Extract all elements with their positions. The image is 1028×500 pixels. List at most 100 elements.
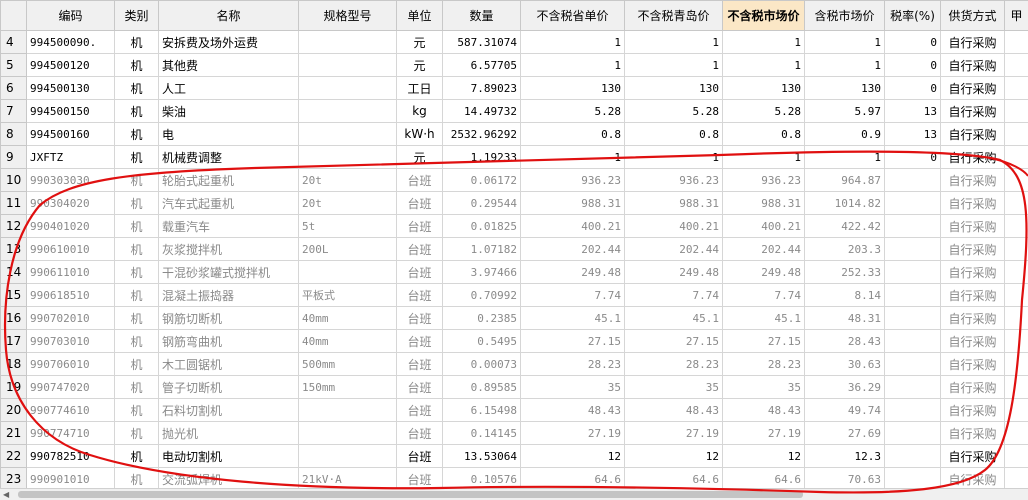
cell-market-price-taxed[interactable]: 5.97 (805, 100, 885, 123)
cell-name[interactable]: 电动切割机 (159, 445, 299, 468)
cell-category[interactable]: 机 (115, 100, 159, 123)
cell-name[interactable]: 混凝土振捣器 (159, 284, 299, 307)
cell-spec[interactable]: 20t (299, 192, 397, 215)
cell-supply-method[interactable]: 自行采购 (941, 353, 1005, 376)
cell-qingdao-price[interactable]: 45.1 (625, 307, 723, 330)
cell-market-price[interactable]: 988.31 (723, 192, 805, 215)
cell-qingdao-price[interactable]: 28.23 (625, 353, 723, 376)
cell-market-price[interactable]: 130 (723, 77, 805, 100)
cell-market-price[interactable]: 400.21 (723, 215, 805, 238)
cell-spec[interactable]: 平板式 (299, 284, 397, 307)
cell-tax-rate[interactable] (885, 468, 941, 489)
cell-supply-method[interactable]: 自行采购 (941, 307, 1005, 330)
cell-qingdao-price[interactable]: 988.31 (625, 192, 723, 215)
cell-unit[interactable]: 元 (397, 31, 443, 54)
cell-name[interactable]: 机械费调整 (159, 146, 299, 169)
table-row[interactable]: 21990774710机抛光机台班0.1414527.1927.1927.192… (1, 422, 1028, 445)
cell-qingdao-price[interactable]: 202.44 (625, 238, 723, 261)
header-provincial-price[interactable]: 不含税省单价 (521, 1, 625, 31)
cell-quantity[interactable]: 0.29544 (443, 192, 521, 215)
cell-code[interactable]: 990610010 (27, 238, 115, 261)
header-unit[interactable]: 单位 (397, 1, 443, 31)
cell-category[interactable]: 机 (115, 399, 159, 422)
cell-category[interactable]: 机 (115, 445, 159, 468)
cell-market-price[interactable]: 5.28 (723, 100, 805, 123)
cell-market-price[interactable]: 45.1 (723, 307, 805, 330)
cell-code[interactable]: 990401020 (27, 215, 115, 238)
cell-qingdao-price[interactable]: 1 (625, 54, 723, 77)
cell-market-price-taxed[interactable]: 70.63 (805, 468, 885, 489)
cell-provincial-price[interactable]: 988.31 (521, 192, 625, 215)
cell-code[interactable]: 990782510 (27, 445, 115, 468)
cell-code[interactable]: 994500090. (27, 31, 115, 54)
cell-category[interactable]: 机 (115, 330, 159, 353)
table-row[interactable]: 16990702010机钢筋切断机40mm台班0.238545.145.145.… (1, 307, 1028, 330)
row-number[interactable]: 21 (1, 422, 27, 445)
row-number[interactable]: 17 (1, 330, 27, 353)
cell-qingdao-price[interactable]: 7.74 (625, 284, 723, 307)
cell-market-price-taxed[interactable]: 36.29 (805, 376, 885, 399)
cell-code[interactable]: 990774610 (27, 399, 115, 422)
cell-market-price-taxed[interactable]: 130 (805, 77, 885, 100)
cell-quantity[interactable]: 13.53064 (443, 445, 521, 468)
cell-market-price-taxed[interactable]: 30.63 (805, 353, 885, 376)
cell-tax-rate[interactable]: 13 (885, 100, 941, 123)
cell-name[interactable]: 人工 (159, 77, 299, 100)
cell-tax-rate[interactable] (885, 261, 941, 284)
cell-tax-rate[interactable] (885, 399, 941, 422)
cell-code[interactable]: 990706010 (27, 353, 115, 376)
cell-market-price[interactable]: 0.8 (723, 123, 805, 146)
row-number[interactable]: 9 (1, 146, 27, 169)
cell-name[interactable]: 抛光机 (159, 422, 299, 445)
row-number[interactable]: 11 (1, 192, 27, 215)
cell-spec[interactable]: 200L (299, 238, 397, 261)
cell-tax-rate[interactable] (885, 307, 941, 330)
cell-provincial-price[interactable]: 12 (521, 445, 625, 468)
cell-quantity[interactable]: 0.5495 (443, 330, 521, 353)
cell-extra[interactable] (1005, 77, 1028, 100)
table-row[interactable]: 14990611010机干混砂浆罐式搅拌机台班3.97466249.48249.… (1, 261, 1028, 284)
cell-qingdao-price[interactable]: 1 (625, 31, 723, 54)
cell-market-price[interactable]: 27.19 (723, 422, 805, 445)
cell-supply-method[interactable]: 自行采购 (941, 238, 1005, 261)
table-row[interactable]: 23990901010机交流弧焊机21kV·A台班0.1057664.664.6… (1, 468, 1028, 489)
cell-qingdao-price[interactable]: 27.15 (625, 330, 723, 353)
cell-name[interactable]: 轮胎式起重机 (159, 169, 299, 192)
header-market-price-taxed[interactable]: 含税市场价 (805, 1, 885, 31)
cell-spec[interactable] (299, 77, 397, 100)
cell-code[interactable]: 990303030 (27, 169, 115, 192)
row-number[interactable]: 8 (1, 123, 27, 146)
cell-provincial-price[interactable]: 130 (521, 77, 625, 100)
cell-unit[interactable]: 台班 (397, 215, 443, 238)
cell-unit[interactable]: 元 (397, 146, 443, 169)
cell-tax-rate[interactable] (885, 376, 941, 399)
cell-provincial-price[interactable]: 5.28 (521, 100, 625, 123)
cell-category[interactable]: 机 (115, 77, 159, 100)
cell-market-price[interactable]: 202.44 (723, 238, 805, 261)
cell-provincial-price[interactable]: 28.23 (521, 353, 625, 376)
cell-quantity[interactable]: 1.07182 (443, 238, 521, 261)
cell-code[interactable]: 990702010 (27, 307, 115, 330)
cell-supply-method[interactable]: 自行采购 (941, 330, 1005, 353)
cell-name[interactable]: 电 (159, 123, 299, 146)
cell-extra[interactable] (1005, 468, 1028, 489)
cell-market-price-taxed[interactable]: 964.87 (805, 169, 885, 192)
cell-unit[interactable]: 台班 (397, 238, 443, 261)
cell-name[interactable]: 钢筋切断机 (159, 307, 299, 330)
cell-market-price-taxed[interactable]: 1 (805, 146, 885, 169)
table-row[interactable]: 6994500130机人工工日7.890231301301301300自行采购 (1, 77, 1028, 100)
header-supply-method[interactable]: 供货方式 (941, 1, 1005, 31)
cell-category[interactable]: 机 (115, 284, 159, 307)
cell-quantity[interactable]: 1.19233 (443, 146, 521, 169)
cell-extra[interactable] (1005, 399, 1028, 422)
cell-market-price-taxed[interactable]: 203.3 (805, 238, 885, 261)
cell-spec[interactable]: 40mm (299, 330, 397, 353)
header-quantity[interactable]: 数量 (443, 1, 521, 31)
cell-provincial-price[interactable]: 936.23 (521, 169, 625, 192)
row-number[interactable]: 13 (1, 238, 27, 261)
row-number[interactable]: 12 (1, 215, 27, 238)
cell-spec[interactable]: 40mm (299, 307, 397, 330)
cell-qingdao-price[interactable]: 249.48 (625, 261, 723, 284)
cell-market-price[interactable]: 1 (723, 54, 805, 77)
header-extra[interactable]: 甲 (1005, 1, 1028, 31)
